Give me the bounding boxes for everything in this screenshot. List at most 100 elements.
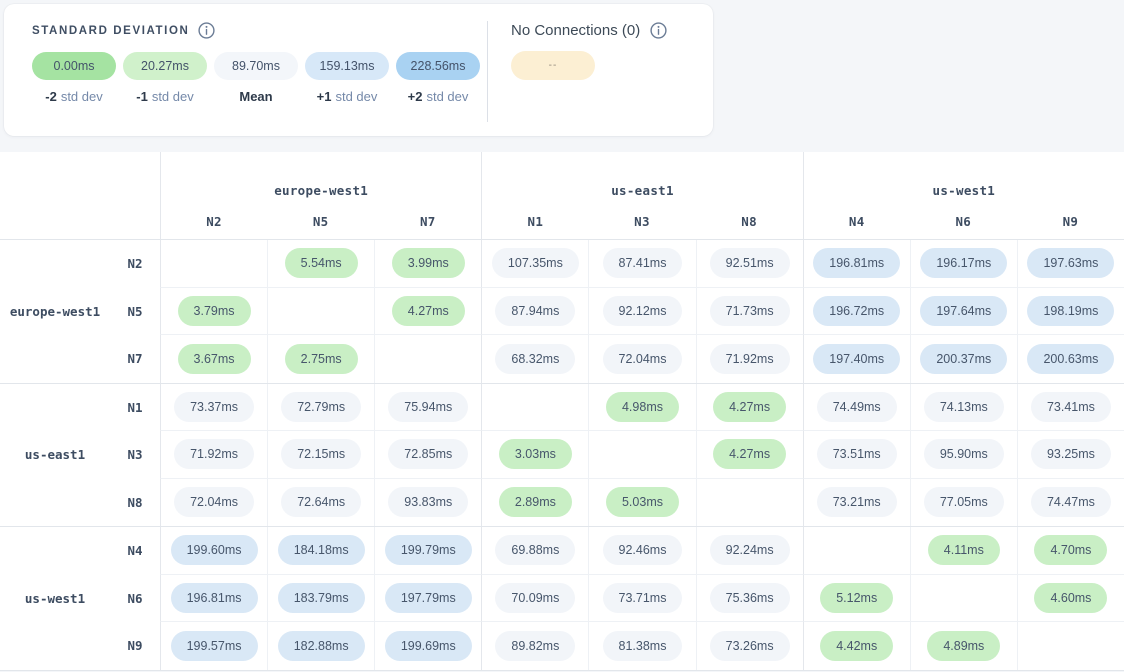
- latency-cell[interactable]: 4.70ms: [1017, 527, 1124, 575]
- latency-cell[interactable]: 3.03ms: [481, 431, 588, 479]
- info-icon[interactable]: [198, 22, 215, 39]
- latency-cell[interactable]: 4.98ms: [588, 384, 695, 432]
- latency-cell[interactable]: 196.81ms: [160, 575, 267, 623]
- latency-cell[interactable]: 77.05ms: [910, 479, 1017, 527]
- latency-cell[interactable]: 72.85ms: [374, 431, 481, 479]
- latency-cell[interactable]: 184.18ms: [267, 527, 374, 575]
- latency-cell[interactable]: 5.12ms: [803, 575, 910, 623]
- latency-cell[interactable]: 3.99ms: [374, 240, 481, 288]
- latency-cell[interactable]: 4.89ms: [910, 622, 1017, 670]
- latency-cell[interactable]: [803, 527, 910, 575]
- latency-cell[interactable]: 74.13ms: [910, 384, 1017, 432]
- latency-cell[interactable]: 196.81ms: [803, 240, 910, 288]
- latency-cell[interactable]: 71.92ms: [160, 431, 267, 479]
- latency-cell[interactable]: 197.79ms: [374, 575, 481, 623]
- latency-cell[interactable]: 196.72ms: [803, 288, 910, 336]
- row-node-label[interactable]: N8: [110, 495, 160, 510]
- latency-cell[interactable]: [374, 335, 481, 383]
- latency-cell[interactable]: 199.69ms: [374, 622, 481, 670]
- latency-cell[interactable]: 197.40ms: [803, 335, 910, 383]
- latency-cell[interactable]: 4.42ms: [803, 622, 910, 670]
- latency-cell[interactable]: 73.37ms: [160, 384, 267, 432]
- latency-cell[interactable]: 199.60ms: [160, 527, 267, 575]
- column-region-header[interactable]: us-west1: [803, 152, 1124, 204]
- latency-cell[interactable]: [696, 479, 803, 527]
- info-icon[interactable]: [650, 22, 667, 39]
- column-region-header[interactable]: us-east1: [481, 152, 802, 204]
- column-node-header[interactable]: N8: [696, 204, 803, 239]
- latency-cell[interactable]: 183.79ms: [267, 575, 374, 623]
- latency-cell[interactable]: 74.47ms: [1017, 479, 1124, 527]
- latency-cell[interactable]: 197.63ms: [1017, 240, 1124, 288]
- column-node-header[interactable]: N6: [910, 204, 1017, 239]
- latency-cell[interactable]: 89.82ms: [481, 622, 588, 670]
- latency-cell[interactable]: 87.94ms: [481, 288, 588, 336]
- row-node-label[interactable]: N6: [110, 591, 160, 606]
- latency-cell[interactable]: 73.21ms: [803, 479, 910, 527]
- latency-cell[interactable]: 198.19ms: [1017, 288, 1124, 336]
- column-node-header[interactable]: N2: [160, 204, 267, 239]
- latency-cell[interactable]: 5.03ms: [588, 479, 695, 527]
- latency-cell[interactable]: 73.51ms: [803, 431, 910, 479]
- latency-cell[interactable]: 71.92ms: [696, 335, 803, 383]
- latency-cell[interactable]: 182.88ms: [267, 622, 374, 670]
- row-node-label[interactable]: N7: [110, 351, 160, 366]
- latency-cell[interactable]: 196.17ms: [910, 240, 1017, 288]
- latency-cell[interactable]: 87.41ms: [588, 240, 695, 288]
- latency-cell[interactable]: 93.83ms: [374, 479, 481, 527]
- row-node-label[interactable]: N5: [110, 304, 160, 319]
- column-node-header[interactable]: N7: [374, 204, 481, 239]
- column-node-header[interactable]: N1: [481, 204, 588, 239]
- latency-cell[interactable]: 4.27ms: [696, 431, 803, 479]
- column-node-header[interactable]: N4: [803, 204, 910, 239]
- latency-cell[interactable]: [588, 431, 695, 479]
- latency-cell[interactable]: 199.79ms: [374, 527, 481, 575]
- latency-cell[interactable]: 73.26ms: [696, 622, 803, 670]
- latency-cell[interactable]: [1017, 622, 1124, 670]
- latency-cell[interactable]: 4.60ms: [1017, 575, 1124, 623]
- latency-cell[interactable]: 3.67ms: [160, 335, 267, 383]
- latency-cell[interactable]: [481, 384, 588, 432]
- latency-cell[interactable]: 200.63ms: [1017, 335, 1124, 383]
- latency-cell[interactable]: 107.35ms: [481, 240, 588, 288]
- latency-cell[interactable]: 72.64ms: [267, 479, 374, 527]
- latency-cell[interactable]: 4.27ms: [696, 384, 803, 432]
- latency-cell[interactable]: 199.57ms: [160, 622, 267, 670]
- latency-cell[interactable]: 72.04ms: [588, 335, 695, 383]
- row-node-label[interactable]: N3: [110, 447, 160, 462]
- latency-cell[interactable]: 92.46ms: [588, 527, 695, 575]
- row-node-label[interactable]: N4: [110, 543, 160, 558]
- latency-cell[interactable]: 74.49ms: [803, 384, 910, 432]
- latency-cell[interactable]: 5.54ms: [267, 240, 374, 288]
- row-node-label[interactable]: N9: [110, 638, 160, 653]
- latency-cell[interactable]: 92.24ms: [696, 527, 803, 575]
- latency-cell[interactable]: 4.11ms: [910, 527, 1017, 575]
- latency-cell[interactable]: 197.64ms: [910, 288, 1017, 336]
- latency-cell[interactable]: 75.94ms: [374, 384, 481, 432]
- latency-cell[interactable]: 2.75ms: [267, 335, 374, 383]
- latency-cell[interactable]: 73.41ms: [1017, 384, 1124, 432]
- latency-cell[interactable]: 72.04ms: [160, 479, 267, 527]
- latency-cell[interactable]: 68.32ms: [481, 335, 588, 383]
- latency-cell[interactable]: 95.90ms: [910, 431, 1017, 479]
- latency-cell[interactable]: 200.37ms: [910, 335, 1017, 383]
- latency-cell[interactable]: 75.36ms: [696, 575, 803, 623]
- latency-cell[interactable]: 69.88ms: [481, 527, 588, 575]
- column-node-header[interactable]: N9: [1017, 204, 1124, 239]
- latency-cell[interactable]: 71.73ms: [696, 288, 803, 336]
- latency-cell[interactable]: 72.79ms: [267, 384, 374, 432]
- row-node-label[interactable]: N1: [110, 400, 160, 415]
- latency-cell[interactable]: [910, 575, 1017, 623]
- column-node-header[interactable]: N3: [588, 204, 695, 239]
- column-region-header[interactable]: europe-west1: [160, 152, 481, 204]
- latency-cell[interactable]: 4.27ms: [374, 288, 481, 336]
- column-node-header[interactable]: N5: [267, 204, 374, 239]
- latency-cell[interactable]: 72.15ms: [267, 431, 374, 479]
- latency-cell[interactable]: [160, 240, 267, 288]
- latency-cell[interactable]: 3.79ms: [160, 288, 267, 336]
- row-node-label[interactable]: N2: [110, 256, 160, 271]
- latency-cell[interactable]: 93.25ms: [1017, 431, 1124, 479]
- latency-cell[interactable]: 92.12ms: [588, 288, 695, 336]
- latency-cell[interactable]: 92.51ms: [696, 240, 803, 288]
- latency-cell[interactable]: [267, 288, 374, 336]
